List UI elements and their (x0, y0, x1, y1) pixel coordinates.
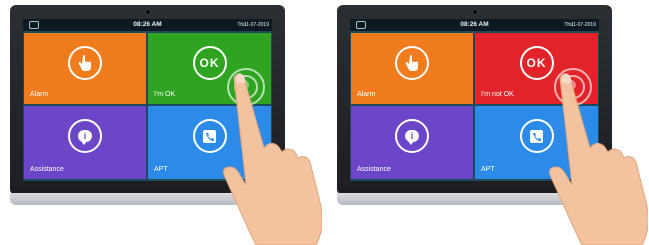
info-icon: i (405, 130, 419, 145)
camera-icon (472, 9, 478, 15)
chat-icon[interactable] (356, 21, 366, 29)
status-bar: 08:26 AM Thu 11-07-2019 (350, 19, 599, 31)
pointing-hand-right (549, 73, 648, 245)
alarm-label: Alarm (30, 91, 49, 98)
apt-label: APT (481, 166, 495, 173)
chat-icon[interactable] (29, 21, 39, 29)
status-time: 08:26 AM (460, 21, 489, 28)
info-icon: i (78, 130, 92, 145)
assistance-tile[interactable]: i Assistance (24, 106, 146, 179)
assistance-label: Assistance (30, 166, 64, 173)
im-ok-label: I'm OK (154, 91, 176, 98)
hand-tap-icon (68, 46, 102, 80)
im-not-ok-label: I'm not OK (481, 91, 514, 98)
hand-tap-icon (395, 46, 429, 80)
status-date: 11-07-2019 (570, 22, 596, 28)
apt-label: APT (154, 166, 168, 173)
status-date: 11-07-2019 (243, 22, 269, 28)
info-chat-icon: i (68, 119, 102, 153)
alarm-tile[interactable]: Alarm (24, 33, 146, 104)
alarm-tile[interactable]: Alarm (351, 33, 473, 104)
alarm-label: Alarm (357, 91, 376, 98)
assistance-tile[interactable]: i Assistance (351, 106, 473, 179)
assistance-label: Assistance (357, 166, 391, 173)
status-bar: 08:26 AM Thu 11-07-2019 (23, 19, 272, 31)
camera-icon (145, 9, 151, 15)
pointing-hand-left (223, 73, 322, 245)
info-chat-icon: i (395, 119, 429, 153)
status-time: 08:26 AM (133, 21, 162, 28)
